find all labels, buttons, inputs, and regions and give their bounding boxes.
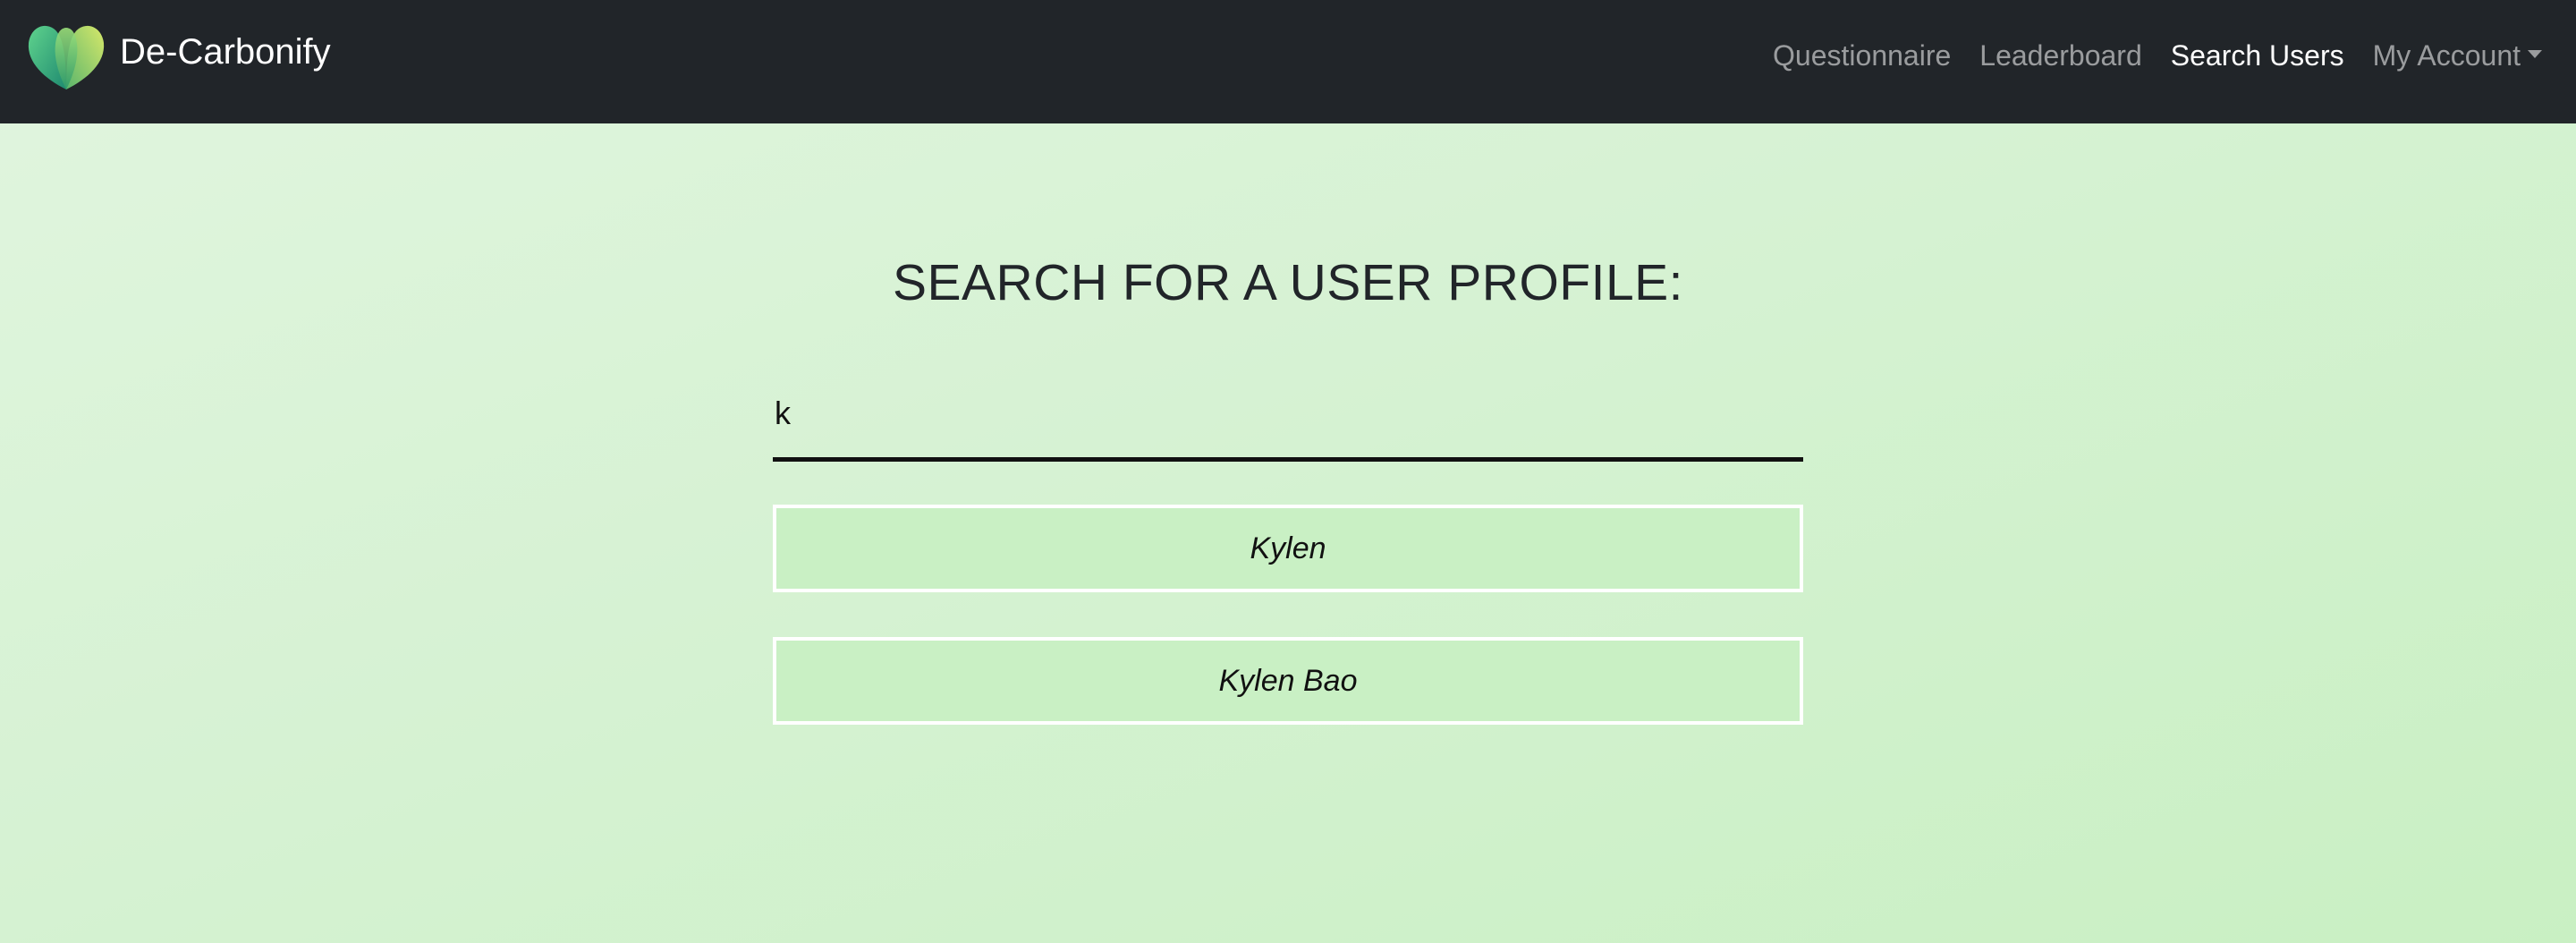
nav-link-leaderboard[interactable]: Leaderboard [1979,39,2141,72]
caret-down-icon [2528,49,2542,58]
nav-dropdown-my-account[interactable]: My Account [2373,39,2542,72]
my-account-label: My Account [2372,38,2521,72]
brand-name: De-Carbonify [120,32,331,72]
nav-link-search-users[interactable]: Search Users [2171,39,2344,72]
page-title: SEARCH FOR A USER PROFILE: [892,254,1684,311]
top-navbar: De-Carbonify Questionnaire Leaderboard S… [0,0,2576,123]
brand-link[interactable]: De-Carbonify [25,20,331,91]
nav-link-questionnaire[interactable]: Questionnaire [1773,39,1951,72]
leaf-heart-icon [28,25,105,90]
nav-links: Questionnaire Leaderboard Search Users M… [1744,0,2542,111]
user-search-input[interactable] [773,376,1803,462]
search-result-item[interactable]: Kylen Bao [773,637,1803,725]
search-result-item[interactable]: Kylen [773,505,1803,592]
